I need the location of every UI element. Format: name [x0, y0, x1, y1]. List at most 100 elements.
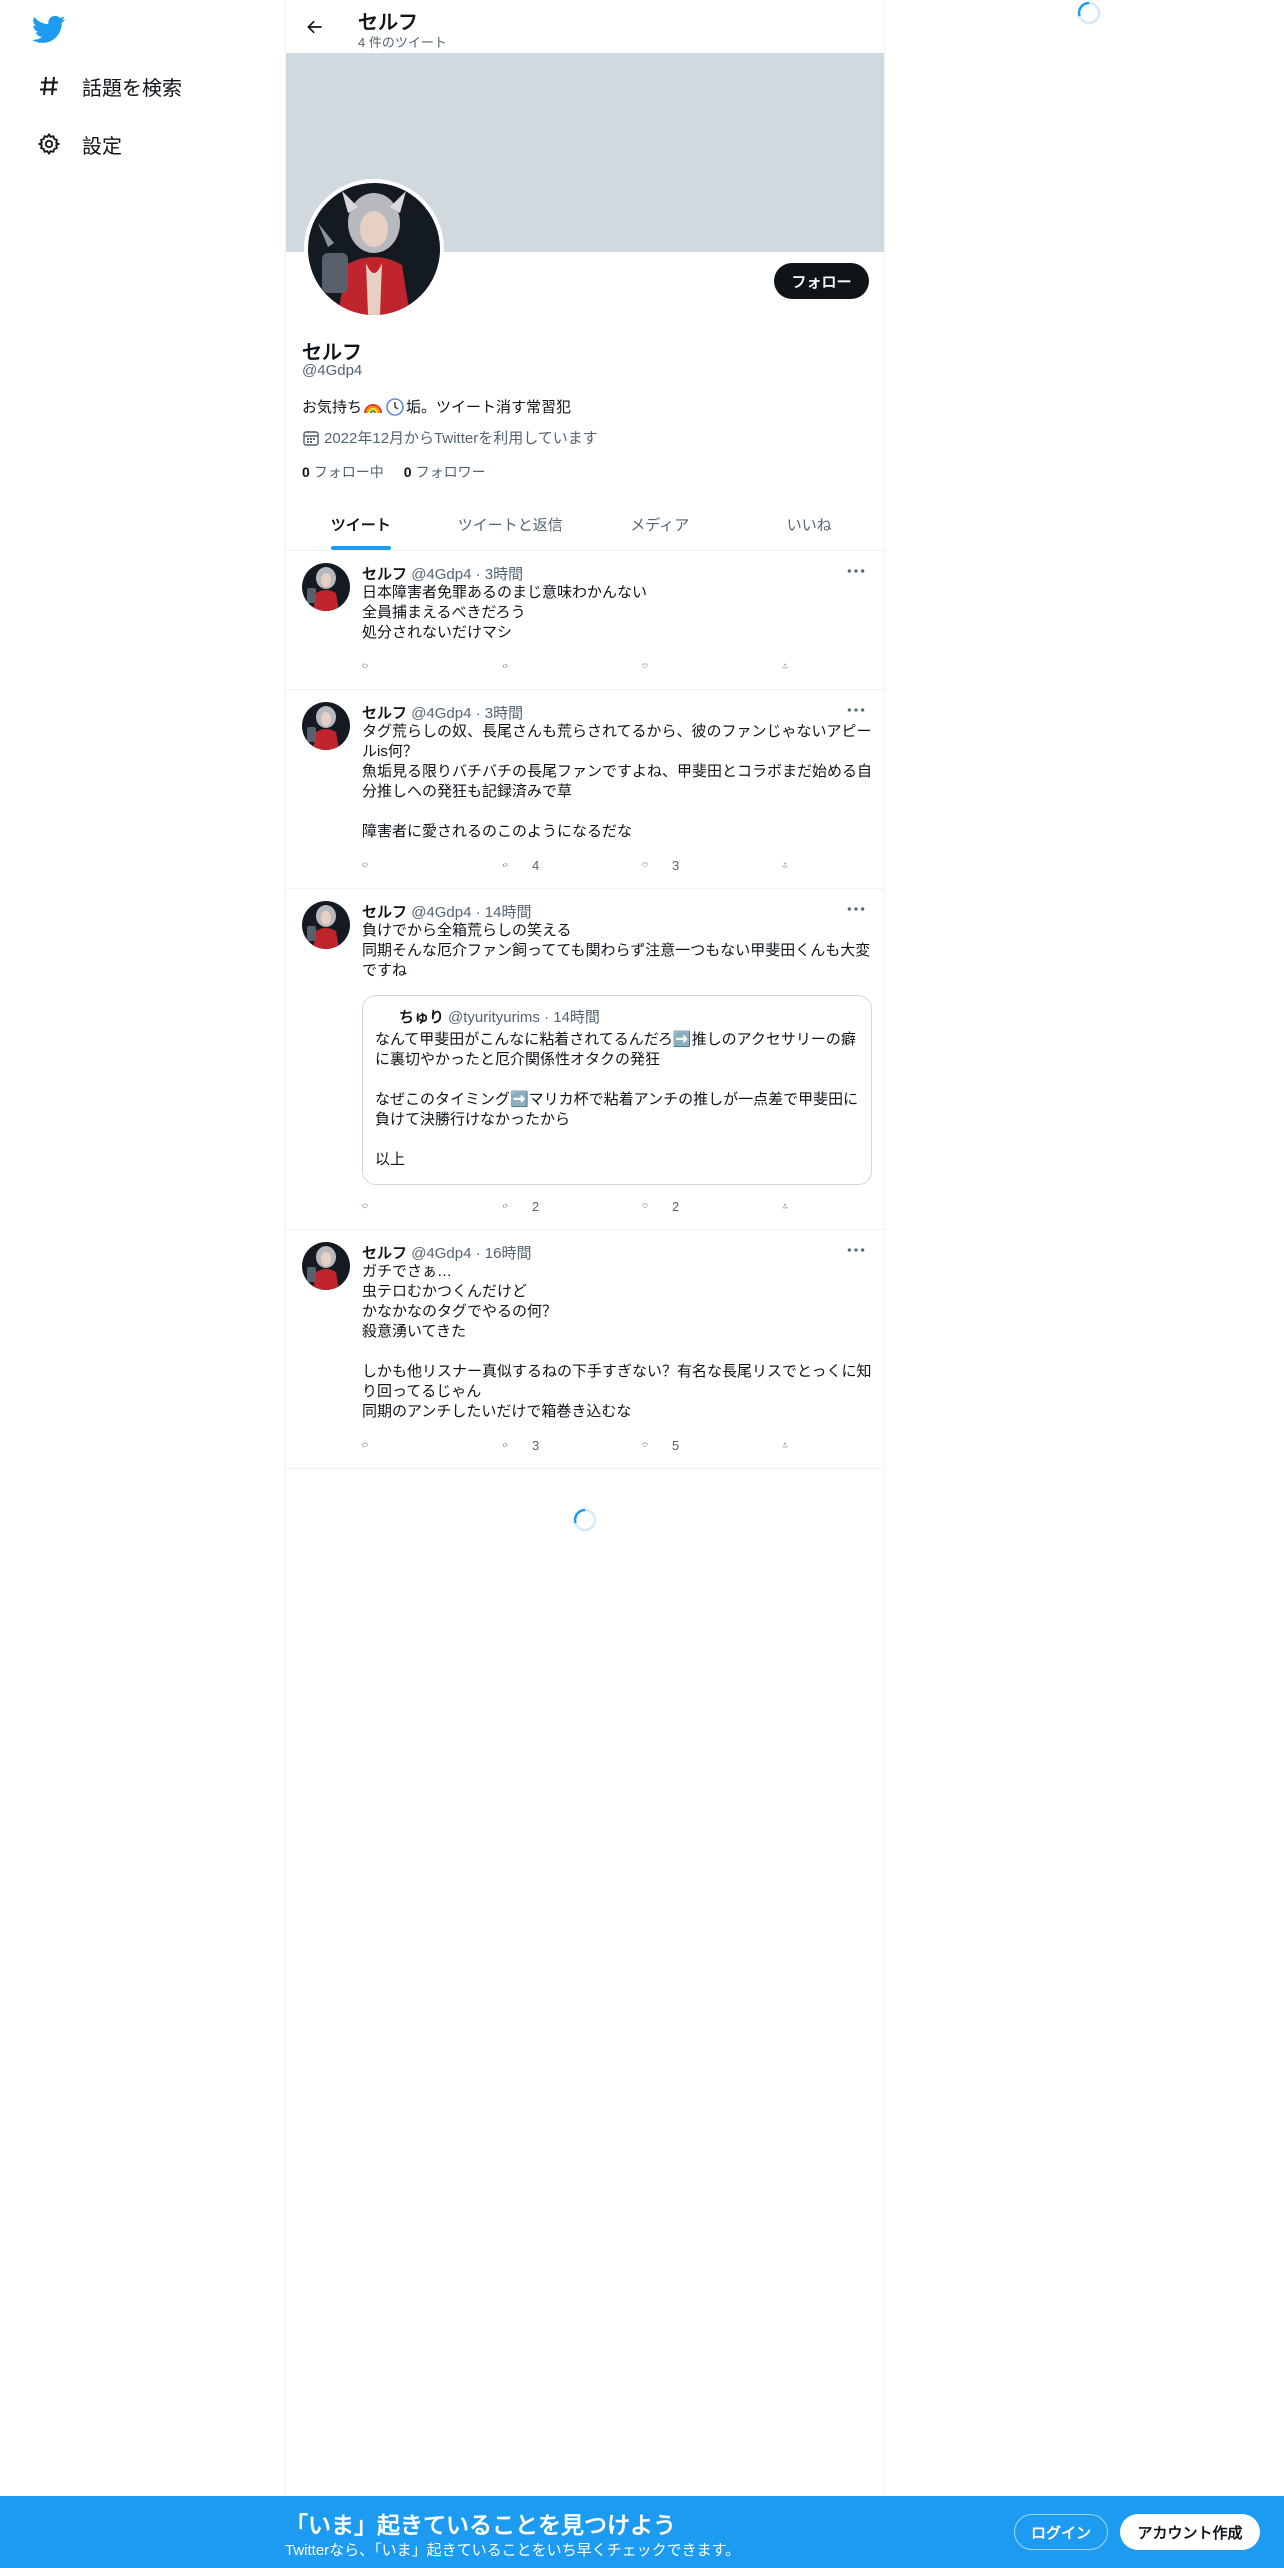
tab-likes[interactable]: いいね [735, 498, 885, 550]
profile-handle: @4Gdp4 [302, 362, 363, 379]
quoted-handle-time: @tyurityurims · 14時間 [448, 1009, 600, 1026]
like-button[interactable]: 5 [642, 1434, 752, 1456]
like-button[interactable]: 3 [642, 854, 752, 876]
share-icon [782, 657, 800, 675]
tweet-header: セルフ @4Gdp4 · 16時間 [362, 1242, 531, 1263]
quoted-author-name: ちゅり [399, 1009, 445, 1026]
profile-follow-stats: 0 フォロー中 0 フォロワー [302, 462, 506, 482]
tweet-text: 負けでから全箱荒らしの笑える 同期そんな厄介ファン飼ってても関わらず注意一つもな… [362, 922, 871, 979]
left-nav: 話題を検索 設定 [0, 0, 285, 2568]
tab-likes-label: いいね [786, 516, 832, 534]
hashtag-icon [36, 73, 62, 99]
quoted-avatar [375, 1006, 395, 1027]
share-button[interactable] [782, 1195, 802, 1217]
retweet-button[interactable] [502, 655, 612, 677]
tab-media[interactable]: メディア [585, 498, 735, 550]
bio-text-start: お気持ち [302, 399, 363, 416]
loading-spinner-icon [572, 1507, 598, 1533]
bottom-bar-subtitle: Twitterなら、「いま」起きていることをいち早くチェックできます。 [285, 2542, 741, 2559]
followers-link[interactable]: 0 フォロワー [404, 462, 486, 482]
retweet-button[interactable]: 3 [502, 1434, 612, 1456]
login-button[interactable]: ログイン [1014, 2514, 1108, 2550]
like-button[interactable]: 2 [642, 1195, 752, 1217]
tweet-avatar[interactable] [302, 563, 350, 611]
heart-icon [642, 657, 660, 675]
share-button[interactable] [782, 854, 802, 876]
tweet-header: セルフ @4Gdp4 · 3時間 [362, 563, 523, 584]
retweet-icon [502, 1197, 520, 1215]
heart-icon [642, 1436, 660, 1454]
tweet-actions: 2 2 [362, 1195, 802, 1217]
share-button[interactable] [782, 1434, 802, 1456]
tweet-author-name[interactable]: セルフ [362, 705, 407, 722]
quoted-tweet-header: ちゅり @tyurityurims · 14時間 [375, 1006, 600, 1027]
tweet-author-name[interactable]: セルフ [362, 566, 407, 583]
profile-header: セルフ 4 件のツイート [286, 0, 884, 53]
tab-tweets-label: ツイート [330, 516, 391, 534]
like-count: 2 [672, 1198, 680, 1214]
nav-settings[interactable]: 設定 [36, 124, 122, 164]
reply-button[interactable] [362, 655, 472, 677]
profile-name: セルフ [302, 342, 362, 364]
rainbow-icon [363, 397, 383, 417]
reply-icon [362, 856, 380, 874]
like-count: 3 [672, 857, 680, 873]
tweet[interactable]: セルフ @4Gdp4 · 3時間 日本障害者免罪あるのまじ意味わかんない 全員捕… [286, 551, 884, 690]
joined-text: 2022年12月からTwitterを利用しています [324, 430, 598, 447]
tweet-author-name[interactable]: セルフ [362, 904, 407, 921]
nav-settings-label: 設定 [82, 135, 122, 158]
retweet-count: 3 [532, 1437, 540, 1453]
tweet-avatar[interactable] [302, 702, 350, 750]
nav-explore[interactable]: 話題を検索 [36, 66, 182, 106]
tab-media-label: メディア [630, 516, 690, 534]
signup-button[interactable]: アカウント作成 [1120, 2514, 1260, 2550]
reply-button[interactable] [362, 1434, 472, 1456]
profile-avatar[interactable] [304, 179, 444, 319]
tweet-actions: 4 3 [362, 854, 802, 876]
profile-joined: 2022年12月からTwitterを利用しています [302, 427, 598, 448]
header-tweet-count: 4 件のツイート [358, 35, 447, 50]
like-button[interactable] [642, 655, 752, 677]
heart-icon [642, 856, 660, 874]
more-icon[interactable] [844, 1240, 868, 1260]
nav-explore-label: 話題を検索 [82, 77, 182, 100]
tweet[interactable]: セルフ @4Gdp4 · 14時間 負けでから全箱荒らしの笑える 同期そんな厄介… [286, 889, 884, 1230]
clock-icon [385, 397, 405, 417]
following-label: フォロー中 [313, 464, 384, 480]
more-icon[interactable] [844, 700, 868, 720]
retweet-count: 4 [532, 857, 540, 873]
tweet-text: ガチでさぁ… 虫テロむかつくんだけど かなかなのタグでやるの何？ 殺意湧いてきた… [362, 1263, 872, 1420]
bottom-bar-title: 「いま」起きていることを見つけよう [285, 2512, 676, 2538]
calendar-icon [302, 429, 320, 447]
share-button[interactable] [782, 655, 802, 677]
twitter-bird-icon[interactable] [31, 12, 66, 46]
tab-tweets-and-replies[interactable]: ツイートと返信 [436, 498, 586, 550]
bio-text-end: 垢。ツイート消す常習犯 [406, 399, 572, 416]
tweet-text: タグ荒らしの奴、長尾さんも荒らされてるから、彼のファンじゃないアピールis何？ … [362, 723, 873, 840]
retweet-button[interactable]: 2 [502, 1195, 612, 1217]
retweet-button[interactable]: 4 [502, 854, 612, 876]
retweet-icon [502, 1436, 520, 1454]
tweet[interactable]: セルフ @4Gdp4 · 16時間 ガチでさぁ… 虫テロむかつくんだけど かなか… [286, 1230, 884, 1469]
tweet-avatar[interactable] [302, 1242, 350, 1290]
loading-spinner-icon [1076, 0, 1102, 26]
quoted-tweet[interactable]: ちゅり @tyurityurims · 14時間 なんて甲斐田がこんなに粘着され… [362, 995, 872, 1185]
tweet-avatar[interactable] [302, 901, 350, 949]
share-icon [782, 856, 800, 874]
follow-button[interactable]: フォロー [774, 263, 869, 299]
more-icon[interactable] [844, 561, 868, 581]
more-icon[interactable] [844, 899, 868, 919]
tweet[interactable]: セルフ @4Gdp4 · 3時間 タグ荒らしの奴、長尾さんも荒らされてるから、彼… [286, 690, 884, 889]
tweet-author-name[interactable]: セルフ [362, 1245, 407, 1262]
reply-button[interactable] [362, 1195, 472, 1217]
back-arrow-icon[interactable] [300, 12, 330, 42]
tab-tweets[interactable]: ツイート [286, 498, 436, 550]
tab-tweets-and-replies-label: ツイートと返信 [457, 516, 563, 534]
tweet-header: セルフ @4Gdp4 · 14時間 [362, 901, 531, 922]
following-link[interactable]: 0 フォロー中 [302, 462, 384, 482]
tweet-handle-time: @4Gdp4 · 16時間 [411, 1245, 532, 1262]
reply-button[interactable] [362, 854, 472, 876]
signup-prompt-bar: 「いま」起きていることを見つけよう Twitterなら、「いま」起きていることを… [0, 2496, 1284, 2568]
retweet-icon [502, 657, 520, 675]
active-tab-indicator [330, 546, 391, 550]
